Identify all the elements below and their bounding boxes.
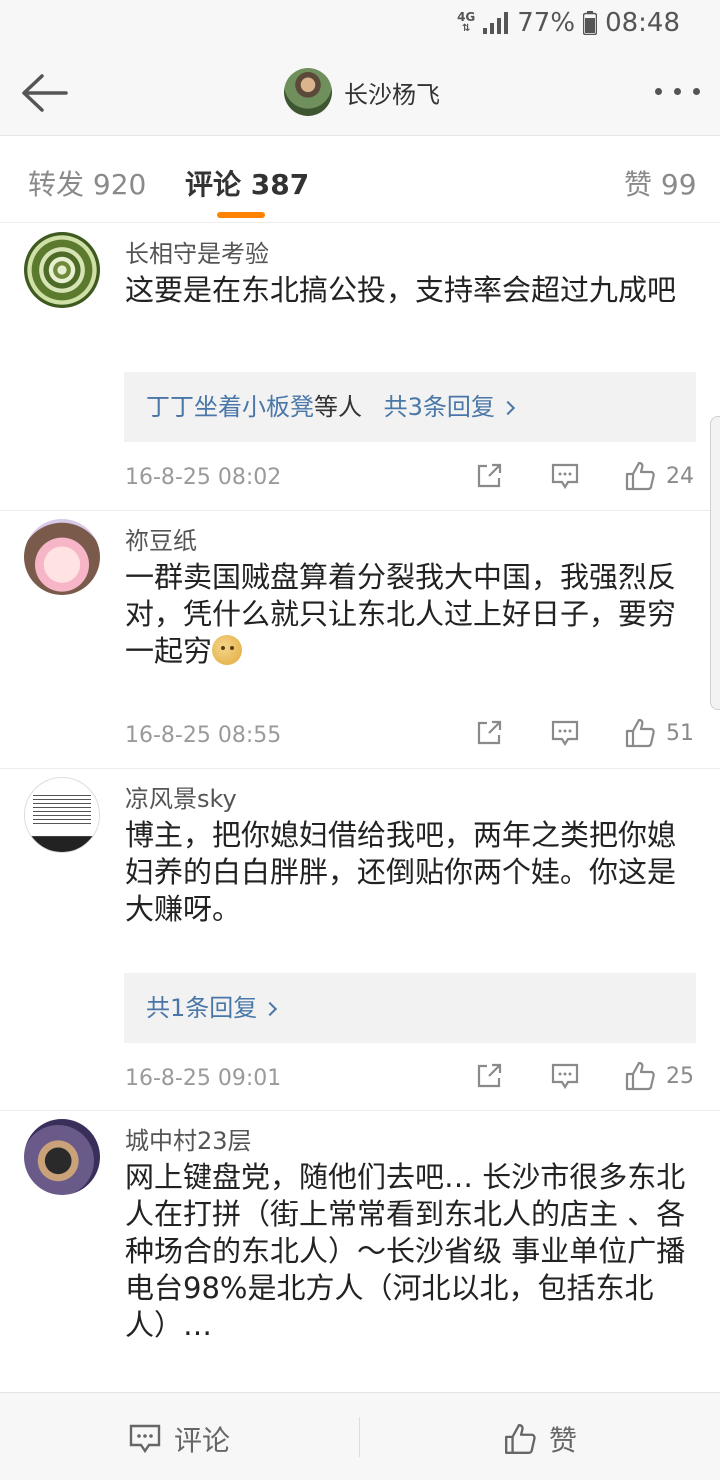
comment-icon[interactable] <box>550 719 580 747</box>
battery-icon <box>583 11 598 35</box>
comment-item: 凉风景sky 博主，把你媳妇借给我吧，两年之类把你媳妇养的白白胖胖，还倒贴你两个… <box>0 769 720 1111</box>
comment-item: 长相守是考验 这要是在东北搞公投，支持率会超过九成吧 丁丁坐着小板凳等人 共3条… <box>0 224 720 511</box>
comment-icon[interactable] <box>550 1062 580 1090</box>
tab-repost[interactable]: 转发 920 <box>28 163 146 203</box>
thumbs-up-icon <box>625 718 655 748</box>
comment-username[interactable]: 城中村23层 <box>125 1121 252 1156</box>
back-arrow-icon[interactable] <box>18 70 70 116</box>
network-indicator: 4G ⇅ <box>457 10 476 34</box>
comment-text: 一群卖国贼盘算着分裂我大中国，我强烈反对，凭什么就只让东北人过上好日子，要穷一起… <box>125 559 700 670</box>
like-count: 25 <box>666 1063 694 1089</box>
clock: 08:48 <box>605 8 680 38</box>
like-button[interactable]: 25 <box>624 1060 694 1092</box>
avatar[interactable] <box>24 232 100 308</box>
reply-users[interactable]: 丁丁坐着小板凳 <box>146 393 314 421</box>
header-user[interactable]: 长沙杨飞 <box>284 68 440 116</box>
reply-preview[interactable]: 丁丁坐着小板凳等人 共3条回复 <box>124 372 696 442</box>
comment-text: 博主，把你媳妇借给我吧，两年之类把你媳妇养的白白胖胖，还倒贴你两个娃。你这是大赚… <box>125 818 677 926</box>
status-bar: 4G ⇅ 77% 08:48 <box>0 0 720 50</box>
signal-icon <box>483 12 509 34</box>
network-label: 4G <box>457 10 476 24</box>
comment-username[interactable]: 祢豆纸 <box>125 521 197 556</box>
comment-text-body: 一群卖国贼盘算着分裂我大中国，我强烈反对，凭什么就只让东北人过上好日子，要穷一起… <box>125 560 677 668</box>
comment-icon <box>129 1424 161 1454</box>
header-title: 长沙杨飞 <box>344 80 440 109</box>
more-icon[interactable] <box>655 88 700 95</box>
avatar[interactable] <box>24 519 100 595</box>
comment-list: 长相守是考验 这要是在东北搞公投，支持率会超过九成吧 丁丁坐着小板凳等人 共3条… <box>0 224 720 1401</box>
bottom-comment-label: 评论 <box>174 1424 231 1457</box>
share-icon[interactable] <box>475 719 503 747</box>
tab-active-indicator <box>217 212 265 218</box>
comment-time: 16-8-25 09:01 <box>125 1066 282 1091</box>
reply-count[interactable]: 共3条回复 <box>384 393 495 421</box>
thumbs-up-icon <box>625 1061 655 1091</box>
comment-text: 这要是在东北搞公投，支持率会超过九成吧 <box>125 273 677 307</box>
chevron-right-icon <box>263 1001 278 1017</box>
scroll-handle[interactable] <box>710 416 720 710</box>
thumbs-up-icon <box>505 1424 536 1454</box>
doge-emoji-icon <box>212 635 243 665</box>
share-icon[interactable] <box>475 462 503 490</box>
comment-username[interactable]: 凉风景sky <box>125 779 237 814</box>
bottom-divider <box>359 1417 360 1457</box>
bottom-comment-button[interactable]: 评论 <box>128 1419 230 1459</box>
reply-count[interactable]: 共1条回复 <box>146 994 257 1022</box>
comment-text: 网上键盘党，随他们去吧… 长沙市很多东北人在打拼（街上常常看到东北人的店主 、各… <box>125 1160 686 1342</box>
tab-comments[interactable]: 评论 387 <box>185 163 309 203</box>
like-button[interactable]: 51 <box>624 717 694 749</box>
tab-likes[interactable]: 赞 99 <box>624 163 697 203</box>
thumbs-up-icon <box>625 461 655 491</box>
bottom-like-label: 赞 <box>549 1424 578 1457</box>
comment-item: 祢豆纸 一群卖国贼盘算着分裂我大中国，我强烈反对，凭什么就只让东北人过上好日子，… <box>0 511 720 769</box>
reply-mid-text: 等人 <box>314 393 362 421</box>
like-button[interactable]: 24 <box>624 460 694 492</box>
like-count: 24 <box>666 463 694 489</box>
chevron-right-icon <box>500 400 515 416</box>
comment-icon[interactable] <box>550 462 580 490</box>
comment-item: 城中村23层 网上键盘党，随他们去吧… 长沙市很多东北人在打拼（街上常常看到东北… <box>0 1111 720 1401</box>
like-count: 51 <box>666 720 694 746</box>
share-icon[interactable] <box>475 1062 503 1090</box>
reply-preview[interactable]: 共1条回复 <box>124 973 696 1043</box>
avatar[interactable] <box>24 777 100 853</box>
bottom-like-button[interactable]: 赞 <box>503 1419 577 1459</box>
comment-username[interactable]: 长相守是考验 <box>125 234 269 269</box>
avatar[interactable] <box>24 1119 100 1195</box>
battery-percent: 77% <box>517 8 576 38</box>
header-avatar[interactable] <box>284 68 332 116</box>
tab-bar: 转发 920 评论 387 赞 99 <box>0 137 720 223</box>
comment-time: 16-8-25 08:55 <box>125 723 282 748</box>
bottom-action-bar: 评论 赞 <box>0 1392 720 1480</box>
comment-time: 16-8-25 08:02 <box>125 465 282 490</box>
header: 长沙杨飞 <box>0 50 720 136</box>
